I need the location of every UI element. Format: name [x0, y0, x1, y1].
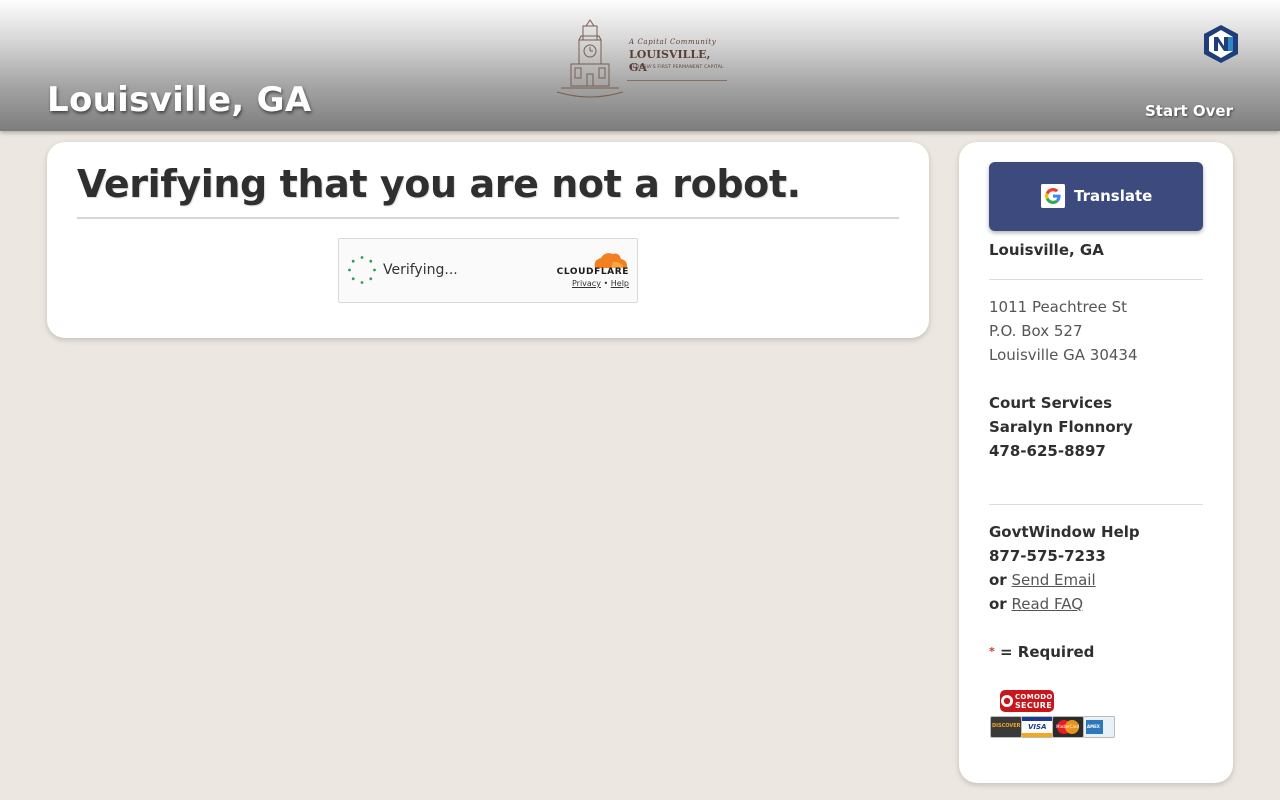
help-title: GovtWindow Help [989, 523, 1140, 541]
mastercard-label: MasterCard [1056, 724, 1080, 729]
loading-spinner-icon [348, 256, 376, 284]
sidebar-card: Translate Louisville, GA 1011 Peachtree … [959, 142, 1233, 783]
start-over-link[interactable]: Start Over [1145, 102, 1233, 120]
address-street: 1011 Peachtree St [989, 298, 1127, 316]
court-phone: 478-625-8897 [989, 442, 1106, 460]
send-email-link[interactable]: Send Email [1011, 571, 1095, 589]
site-title: Louisville, GA [47, 80, 312, 120]
secure-badge-line1: COMODO [1015, 693, 1053, 701]
site-header: Louisville, GA A Capital Community LOUIS… [0, 0, 1280, 131]
captcha-link-separator: • [603, 279, 609, 288]
sidebar-divider-1 [989, 279, 1203, 280]
mastercard-icon: MasterCard [1052, 716, 1084, 738]
amex-card-label: AMEX [1087, 724, 1100, 729]
required-legend: * = Required [989, 640, 1094, 664]
visa-card-icon: VISA [1021, 716, 1053, 738]
seal-city-name: LOUISVILLE, GA [629, 48, 711, 74]
verification-card: Verifying that you are not a robot. Veri… [47, 142, 929, 338]
google-g-icon [1041, 184, 1065, 208]
page-heading: Verifying that you are not a robot. [77, 162, 801, 206]
govtwindow-logo-icon[interactable] [1202, 24, 1240, 64]
translate-button[interactable]: Translate [989, 162, 1203, 231]
seal-tagline: A Capital Community [629, 38, 717, 46]
read-faq-link[interactable]: Read FAQ [1011, 595, 1083, 613]
translate-label: Translate [1074, 187, 1153, 205]
address-po-box: P.O. Box 527 [989, 322, 1083, 340]
discover-card-icon: DISCOVER [990, 716, 1022, 738]
required-star: * [989, 645, 995, 658]
city-seal-logo: A Capital Community LOUISVILLE, GA GEORG… [553, 16, 729, 100]
court-department: Court Services [989, 394, 1113, 412]
captcha-help-link[interactable]: Help [611, 279, 629, 288]
or-label: or [989, 571, 1007, 589]
or-label: or [989, 595, 1007, 613]
read-faq-row: or Read FAQ [989, 592, 1083, 616]
seal-underline [627, 80, 727, 81]
captcha-links: Privacy • Help [572, 279, 629, 288]
comodo-secure-badge[interactable]: COMODO SECURE [998, 688, 1056, 714]
seal-subtitle: GEORGIA'S FIRST PERMANENT CAPITAL [629, 65, 724, 70]
amex-card-icon: AMEX [1083, 716, 1115, 738]
cloudflare-brand: CLOUDFLARE [556, 267, 629, 277]
help-phone: 877-575-7233 [989, 547, 1106, 565]
address-city: Louisville GA 30434 [989, 346, 1138, 364]
heading-divider [77, 217, 899, 219]
sidebar-divider-2 [989, 504, 1203, 505]
office-name: Louisville, GA [989, 241, 1104, 259]
clock-tower-icon [556, 19, 624, 98]
visa-card-label: VISA [1028, 723, 1047, 731]
required-label: = Required [1000, 643, 1095, 661]
send-email-row: or Send Email [989, 568, 1096, 592]
captcha-privacy-link[interactable]: Privacy [572, 279, 601, 288]
secure-badge-line2: SECURE [1015, 701, 1053, 710]
discover-card-label: DISCOVER [992, 723, 1021, 729]
court-contact-name: Saralyn Flonnory [989, 418, 1133, 436]
captcha-status: Verifying... [383, 262, 458, 278]
captcha-widget[interactable]: Verifying... CLOUDFLARE Privacy • Help [338, 238, 638, 303]
